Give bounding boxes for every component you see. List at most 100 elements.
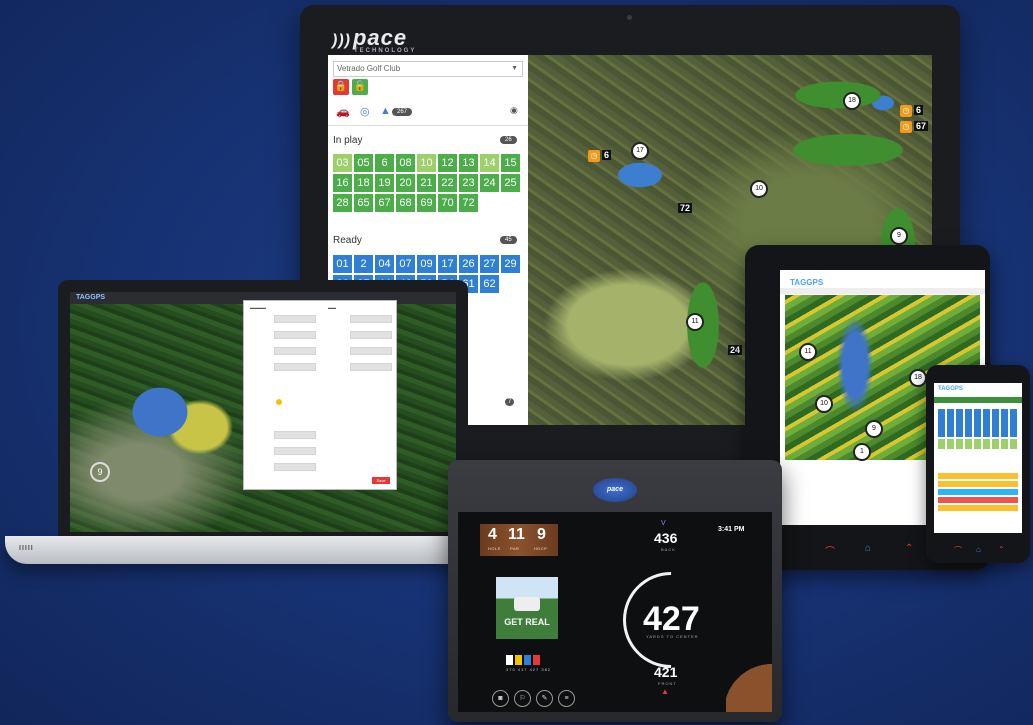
alert-icon[interactable]: ▲: [380, 105, 391, 117]
dialog-heading: ▬▬: [328, 305, 336, 310]
color-swatch[interactable]: [276, 399, 282, 405]
back-icon[interactable]: ⌒: [954, 545, 962, 556]
cart-cell[interactable]: 2: [354, 255, 373, 273]
lock-button[interactable]: 🔒: [333, 79, 349, 95]
cart-cell[interactable]: 62: [480, 275, 499, 293]
cart-cell[interactable]: 65: [354, 194, 373, 212]
cart-tag[interactable]: 72: [678, 203, 693, 213]
cart-cell[interactable]: 19: [375, 174, 394, 192]
form-field[interactable]: [350, 363, 392, 371]
cart-cell[interactable]: 23: [459, 174, 478, 192]
cart-cell[interactable]: 18: [354, 174, 373, 192]
cart-cell[interactable]: 24: [480, 174, 499, 192]
cart-cell[interactable]: 29: [501, 255, 520, 273]
hole-marker[interactable]: 11: [686, 313, 704, 331]
target-icon[interactable]: ◎: [360, 105, 370, 118]
form-field[interactable]: [350, 347, 392, 355]
cart-cell[interactable]: 10: [417, 154, 436, 172]
list-item[interactable]: [938, 481, 1018, 487]
cart-cell[interactable]: 20: [396, 174, 415, 192]
cart-cell[interactable]: 22: [438, 174, 457, 192]
eye-icon[interactable]: ◉: [510, 105, 518, 116]
cart-cell[interactable]: 16: [333, 174, 352, 192]
back-icon[interactable]: ⌒: [825, 543, 835, 558]
cart-cell[interactable]: 25: [501, 174, 520, 192]
form-field[interactable]: [274, 363, 316, 371]
cart-cell[interactable]: 13: [459, 154, 478, 172]
cart-cell[interactable]: 27: [480, 255, 499, 273]
save-button[interactable]: Save: [372, 477, 390, 484]
unlock-button[interactable]: 🔓: [352, 79, 368, 95]
form-field[interactable]: [274, 447, 316, 455]
hole-marker[interactable]: 9: [90, 462, 110, 482]
form-field[interactable]: [350, 315, 392, 323]
form-field[interactable]: [274, 315, 316, 323]
list-item[interactable]: [938, 505, 1018, 511]
clock-icon: ◷: [900, 105, 912, 117]
advertisement[interactable]: GET REAL: [496, 577, 558, 639]
menu-icon[interactable]: ⌃: [998, 545, 1005, 554]
chevron-down-icon: V: [661, 520, 666, 527]
hole-marker[interactable]: 18: [909, 369, 927, 387]
hole-marker[interactable]: 10: [750, 180, 768, 198]
cart-cell[interactable]: 08: [396, 154, 415, 172]
cart-tag[interactable]: 24: [728, 345, 743, 355]
cart-tag[interactable]: 6: [602, 150, 612, 160]
chevron-down-icon: ▼: [511, 65, 518, 72]
cart-tag[interactable]: 67: [914, 121, 929, 131]
menu-icon[interactable]: ⌃: [905, 543, 913, 554]
cart-cell[interactable]: 05: [354, 154, 373, 172]
cart-cell[interactable]: 09: [417, 255, 436, 273]
hole-marker[interactable]: 9: [890, 227, 908, 245]
menu-icon[interactable]: ≡: [558, 690, 575, 707]
hole-marker[interactable]: 9: [865, 420, 883, 438]
cart-cell[interactable]: 21: [417, 174, 436, 192]
cart-grid[interactable]: [938, 439, 1018, 449]
list-item[interactable]: [938, 497, 1018, 503]
hole-marker[interactable]: 17: [631, 142, 649, 160]
home-icon[interactable]: ⌂: [976, 545, 981, 554]
cart-cell[interactable]: 26: [459, 255, 478, 273]
home-icon[interactable]: ⌂: [865, 543, 871, 554]
hole-marker[interactable]: 10: [815, 395, 833, 413]
cart-cell[interactable]: 67: [375, 194, 394, 212]
form-field[interactable]: [274, 347, 316, 355]
course-select[interactable]: Vetrado Golf Club ▼: [333, 61, 523, 77]
cart-cell[interactable]: 04: [375, 255, 394, 273]
cart-cell[interactable]: 72: [459, 194, 478, 212]
cart-cell[interactable]: 07: [396, 255, 415, 273]
form-field[interactable]: [274, 331, 316, 339]
cart-tag[interactable]: 6: [914, 105, 924, 115]
hole-marker[interactable]: 1: [853, 443, 871, 461]
cart-cell[interactable]: 14: [480, 154, 499, 172]
cart-cell[interactable]: 68: [396, 194, 415, 212]
cart-cell[interactable]: 69: [417, 194, 436, 212]
cart-cell[interactable]: 28: [333, 194, 352, 212]
phone-screen: TAGGPS: [934, 383, 1022, 533]
divider: [328, 125, 528, 126]
cart-gps-unit: pace 4 11 9 HOLE PAR HDCP GET REAL 370 4…: [448, 460, 782, 722]
course-select-value: Vetrado Golf Club: [337, 64, 401, 73]
form-field[interactable]: [274, 463, 316, 471]
list-item[interactable]: [938, 489, 1018, 495]
cart-cell[interactable]: 70: [438, 194, 457, 212]
cart-cell[interactable]: 12: [438, 154, 457, 172]
cart-cell[interactable]: 6: [375, 154, 394, 172]
cart-grid[interactable]: [938, 409, 1018, 437]
list-item[interactable]: [938, 473, 1018, 479]
cart-icon[interactable]: 🚗: [336, 105, 350, 118]
camera-icon[interactable]: ◙: [492, 690, 509, 707]
hole-marker[interactable]: 11: [799, 343, 817, 361]
cart-cell[interactable]: 03: [333, 154, 352, 172]
tee-marker: [533, 655, 540, 665]
cart-cell[interactable]: 01: [333, 255, 352, 273]
pencil-icon[interactable]: ✎: [536, 690, 553, 707]
cart-cell[interactable]: 15: [501, 154, 520, 172]
form-field[interactable]: [350, 331, 392, 339]
golf-cart-image: [514, 597, 540, 611]
hole-marker[interactable]: 18: [843, 92, 861, 110]
form-field[interactable]: [274, 431, 316, 439]
flag-icon[interactable]: ⚐: [514, 690, 531, 707]
cart-cell[interactable]: 17: [438, 255, 457, 273]
in-play-title: In play: [333, 135, 363, 146]
